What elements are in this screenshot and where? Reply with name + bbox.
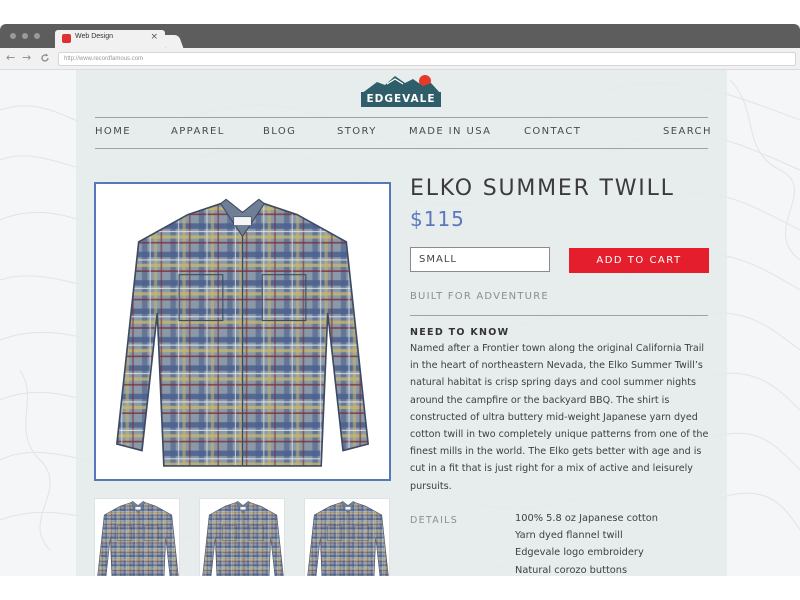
size-select[interactable]: SMALL	[410, 247, 550, 272]
window-maximize-dot[interactable]	[34, 33, 40, 39]
details-list: 100% 5.8 oz Japanese cotton Yarn dyed fl…	[515, 510, 658, 576]
product-thumbnail[interactable]	[94, 498, 180, 576]
browser-titlebar: Web Design ×	[0, 24, 800, 48]
nav-search[interactable]: SEARCH	[663, 126, 712, 137]
nav-home[interactable]: HOME	[95, 126, 131, 137]
nav-apparel[interactable]: APPAREL	[171, 126, 225, 137]
browser-tab[interactable]: Web Design ×	[55, 30, 165, 48]
new-tab-button[interactable]	[160, 35, 184, 48]
product-price: $115	[410, 207, 465, 231]
favicon-icon	[62, 34, 71, 43]
site-logo[interactable]: EDGEVALE	[359, 70, 443, 114]
nav-blog[interactable]: BLOG	[263, 126, 296, 137]
section-divider	[410, 315, 708, 316]
product-tagline: BUILT FOR ADVENTURE	[410, 291, 549, 302]
refresh-icon[interactable]	[40, 51, 50, 67]
product-description: Named after a Frontier town along the or…	[410, 343, 709, 492]
add-to-cart-button[interactable]: ADD TO CART	[569, 248, 709, 273]
window-close-dot[interactable]	[10, 33, 16, 39]
product-title: ELKO SUMMER TWILL	[410, 176, 675, 201]
need-to-know-heading: NEED TO KNOW	[410, 327, 510, 338]
back-arrow-icon[interactable]: ←	[6, 51, 15, 65]
product-thumbnail[interactable]	[199, 498, 285, 576]
details-label: DETAILS	[410, 515, 459, 526]
window-minimize-dot[interactable]	[22, 33, 28, 39]
forward-arrow-icon[interactable]: →	[22, 51, 31, 65]
nav-story[interactable]: STORY	[337, 126, 377, 137]
plaid-shirt-thumbnail-image	[96, 500, 179, 576]
plaid-shirt-thumbnail-image	[201, 500, 284, 576]
plaid-shirt-image	[116, 198, 369, 467]
logo-wordmark: EDGEVALE	[361, 92, 441, 107]
browser-window: Web Design × ← → http://www.recordfamous…	[0, 24, 800, 576]
nav-contact[interactable]: CONTACT	[524, 126, 581, 137]
product-main-image[interactable]	[94, 182, 391, 481]
product-thumbnail[interactable]	[304, 498, 390, 576]
nav-made-in-usa[interactable]: MADE IN USA	[409, 126, 491, 137]
browser-toolbar: ← → http://www.recordfamous.com	[0, 48, 800, 70]
details-item: Yarn dyed flannel twill	[515, 530, 623, 542]
main-nav: HOME APPAREL BLOG STORY MADE IN USA CONT…	[95, 117, 710, 149]
plaid-shirt-thumbnail-image	[306, 500, 389, 576]
page-viewport: EDGEVALE HOME APPAREL BLOG STORY MADE IN…	[0, 70, 800, 576]
tab-title: Web Design	[75, 33, 114, 40]
details-item: Natural corozo buttons	[515, 564, 628, 576]
details-item: Edgevale logo embroidery	[515, 547, 644, 559]
site-container: EDGEVALE HOME APPAREL BLOG STORY MADE IN…	[76, 70, 727, 576]
address-bar[interactable]: http://www.recordfamous.com	[58, 52, 796, 66]
tab-close-icon[interactable]: ×	[150, 32, 158, 42]
details-item: 100% 5.8 oz Japanese cotton	[515, 513, 658, 524]
